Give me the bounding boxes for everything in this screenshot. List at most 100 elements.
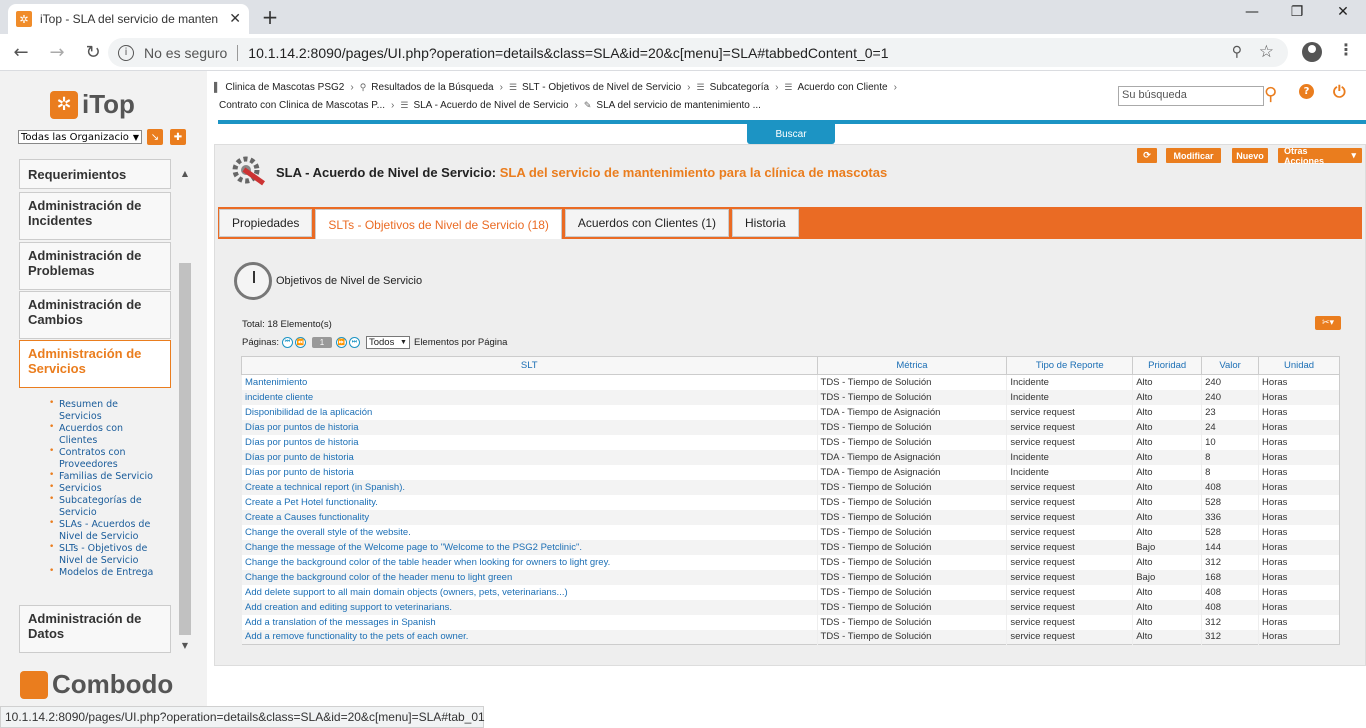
tab-historia[interactable]: Historia bbox=[732, 209, 799, 237]
close-window-icon[interactable]: ✕ bbox=[1328, 4, 1358, 20]
slt-link[interactable]: Add creation and editing support to vete… bbox=[241, 599, 818, 615]
combodo-logo[interactable]: Combodo bbox=[20, 669, 173, 700]
column-header[interactable]: Métrica bbox=[816, 356, 1008, 375]
breadcrumb-item[interactable]: Contrato con Clinica de Mascotas P... › bbox=[214, 100, 400, 111]
search-input[interactable]: Su búsqueda bbox=[1118, 86, 1264, 106]
submenu-item[interactable]: Subcategorías de Servicio bbox=[49, 493, 159, 519]
reload-icon[interactable]: ↻ bbox=[78, 42, 108, 63]
current-page[interactable]: 1 bbox=[311, 337, 332, 348]
submenu-item[interactable]: Servicios bbox=[49, 481, 159, 495]
breadcrumb-item[interactable]: ▌ Clinica de Mascotas PSG2 › bbox=[214, 82, 360, 93]
slt-link[interactable]: Change the background color of the table… bbox=[241, 554, 818, 570]
account-icon[interactable] bbox=[1302, 42, 1322, 62]
breadcrumb-item[interactable]: ✎ SLA del servicio de mantenimiento ... bbox=[584, 100, 761, 111]
submenu-item[interactable]: Acuerdos con Clientes bbox=[49, 421, 159, 447]
forward-icon[interactable]: → bbox=[42, 42, 72, 63]
submenu-item[interactable]: SLAs - Acuerdos de Nivel de Servicio bbox=[49, 517, 159, 543]
back-icon[interactable]: ← bbox=[6, 42, 36, 63]
next-page-icon[interactable]: ⏩ bbox=[335, 337, 347, 348]
submenu-item[interactable]: Resumen de Servicios bbox=[49, 397, 159, 423]
slt-link[interactable]: Change the overall style of the website. bbox=[241, 524, 818, 540]
slt-link[interactable]: Días por punto de historia bbox=[241, 449, 818, 465]
slt-link[interactable]: Change the background color of the heade… bbox=[241, 569, 818, 585]
help-icon[interactable]: ? bbox=[1299, 84, 1314, 99]
slt-link[interactable]: Add a translation of the messages in Spa… bbox=[241, 614, 818, 630]
sidebar-scrollbar[interactable]: ▲ ▼ bbox=[178, 169, 192, 651]
tab-slts[interactable]: SLTs - Objetivos de Nivel de Servicio (1… bbox=[315, 209, 562, 239]
submenu-item[interactable]: Modelos de Entrega bbox=[49, 565, 159, 579]
buscar-button[interactable]: Buscar bbox=[747, 124, 835, 144]
slt-link[interactable]: Create a Pet Hotel functionality. bbox=[241, 494, 818, 510]
column-header[interactable]: Prioridad bbox=[1132, 356, 1203, 375]
slt-link[interactable]: Disponibilidad de la aplicación bbox=[241, 404, 818, 420]
scrollbar-thumb[interactable] bbox=[179, 263, 191, 635]
new-tab-button[interactable]: + bbox=[259, 5, 281, 29]
omnibox[interactable]: i No es seguro 10.1.14.2:8090/pages/UI.p… bbox=[108, 38, 1288, 67]
tab-acuerdos[interactable]: Acuerdos con Clientes (1) bbox=[564, 209, 729, 237]
itop-logo[interactable]: ✲ iTop bbox=[50, 89, 135, 120]
refresh-button[interactable]: ⟳ bbox=[1137, 148, 1157, 163]
menu-servicios[interactable]: Administración de Servicios bbox=[19, 340, 171, 388]
minimize-icon[interactable]: — bbox=[1237, 4, 1267, 20]
column-header[interactable]: Tipo de Reporte bbox=[1006, 356, 1134, 375]
slt-link[interactable]: Días por puntos de historia bbox=[241, 419, 818, 435]
breadcrumb-item[interactable]: ☰ SLA - Acuerdo de Nivel de Servicio › bbox=[400, 100, 584, 111]
modificar-button[interactable]: Modificar bbox=[1166, 148, 1221, 163]
power-icon[interactable]: ⏻ bbox=[1333, 82, 1346, 102]
per-page-select[interactable]: Todos ▼ bbox=[365, 336, 410, 349]
menu-problemas[interactable]: Administración de Problemas bbox=[19, 242, 171, 290]
column-header[interactable]: Valor bbox=[1201, 356, 1260, 375]
pin-icon[interactable]: ✚ bbox=[170, 129, 186, 145]
table-cell: Alto bbox=[1132, 494, 1202, 510]
column-header[interactable]: SLT bbox=[241, 356, 818, 375]
slt-link[interactable]: Add a remove functionality to the pets o… bbox=[241, 629, 818, 645]
slt-link[interactable]: Días por puntos de historia bbox=[241, 434, 818, 450]
scroll-down-icon[interactable]: ▼ bbox=[178, 641, 192, 650]
browser-tab[interactable]: ✲ iTop - SLA del servicio de manten ✕ bbox=[8, 4, 249, 34]
org-filter-button[interactable]: ↘ bbox=[147, 129, 163, 145]
table-cell: Alto bbox=[1132, 389, 1202, 405]
slt-link[interactable]: incidente cliente bbox=[241, 389, 818, 405]
first-page-icon[interactable]: ⏮ bbox=[281, 337, 293, 348]
slt-link[interactable]: Mantenimiento bbox=[241, 374, 818, 390]
last-page-icon[interactable]: ⏭ bbox=[348, 337, 360, 348]
slt-link[interactable]: Días por punto de historia bbox=[241, 464, 818, 480]
scroll-up-icon[interactable]: ▲ bbox=[178, 169, 192, 178]
table-cell: service request bbox=[1006, 614, 1133, 630]
close-tab-icon[interactable]: ✕ bbox=[229, 11, 241, 27]
security-label: No es seguro bbox=[144, 44, 228, 61]
menu-kebab-icon[interactable]: ⋮ bbox=[1338, 40, 1354, 59]
prev-page-icon[interactable]: ⏪ bbox=[294, 337, 306, 348]
breadcrumb-item[interactable]: ⚲ Resultados de la Búsqueda › bbox=[360, 82, 509, 93]
breadcrumb-item[interactable]: ☰ Acuerdo con Cliente › bbox=[784, 82, 902, 93]
tab-propiedades[interactable]: Propiedades bbox=[219, 209, 313, 237]
zoom-icon[interactable]: ⚲ bbox=[1232, 44, 1242, 60]
restore-icon[interactable]: ❐ bbox=[1282, 4, 1312, 20]
submenu-item[interactable]: SLTs - Objetivos de Nivel de Servicio bbox=[49, 541, 159, 567]
table-cell: service request bbox=[1006, 479, 1133, 495]
menu-incidentes[interactable]: Administración de Incidentes bbox=[19, 192, 171, 240]
nuevo-button[interactable]: Nuevo bbox=[1232, 148, 1268, 163]
configure-list-button[interactable]: ✂▾ bbox=[1315, 316, 1341, 330]
menu-datos[interactable]: Administración de Datos bbox=[19, 605, 171, 653]
bookmark-star-icon[interactable]: ☆ bbox=[1259, 42, 1274, 62]
info-icon[interactable]: i bbox=[118, 44, 134, 61]
breadcrumb-item[interactable]: ☰ Subcategoría › bbox=[697, 82, 785, 93]
tools-icon: ✂▾ bbox=[1321, 318, 1335, 328]
column-header[interactable]: Unidad bbox=[1258, 356, 1340, 375]
slt-link[interactable]: Add delete support to all main domain ob… bbox=[241, 584, 818, 600]
search-icon[interactable]: ⚲ bbox=[1264, 84, 1277, 105]
organization-select[interactable]: Todas las Organizacio ▼ bbox=[18, 130, 142, 144]
slt-link[interactable]: Create a Causes functionality bbox=[241, 509, 818, 525]
menu-requerimientos[interactable]: Requerimientos bbox=[19, 159, 171, 189]
table-cell: Incidente bbox=[1006, 449, 1133, 465]
breadcrumb-item[interactable]: ☰ SLT - Objetivos de Nivel de Servicio › bbox=[509, 82, 697, 93]
submenu-item[interactable]: Familias de Servicio bbox=[49, 469, 159, 483]
slt-link[interactable]: Change the message of the Welcome page t… bbox=[241, 539, 818, 555]
url-text[interactable]: 10.1.14.2:8090/pages/UI.php?operation=de… bbox=[248, 45, 888, 61]
slt-link[interactable]: Create a technical report (in Spanish). bbox=[241, 479, 818, 495]
otras-acciones-button[interactable]: Otras Acciones ▾ bbox=[1278, 146, 1362, 166]
refresh-icon: ⟳ bbox=[1143, 150, 1151, 160]
menu-cambios[interactable]: Administración de Cambios bbox=[19, 291, 171, 339]
submenu-item[interactable]: Contratos con Proveedores bbox=[49, 445, 159, 471]
